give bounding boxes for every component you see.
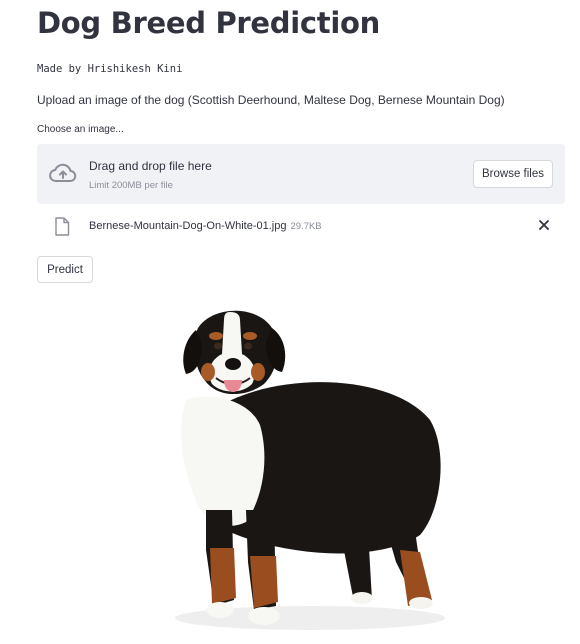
uploaded-file-name: Bernese-Mountain-Dog-On-White-01.jpg 29.7… xyxy=(89,220,322,232)
dog-photo xyxy=(175,310,445,630)
uploader-label: Choose an image... xyxy=(37,124,124,135)
page-title: Dog Breed Prediction xyxy=(37,6,380,40)
uploaded-file-row: Bernese-Mountain-Dog-On-White-01.jpg 29.7… xyxy=(37,212,565,240)
file-size: 29.7KB xyxy=(290,221,322,232)
file-icon xyxy=(55,217,70,236)
cloud-upload-icon xyxy=(49,163,77,182)
author-byline: Made by Hrishikesh Kini xyxy=(37,63,183,75)
file-name-text: Bernese-Mountain-Dog-On-White-01.jpg xyxy=(89,220,287,232)
close-icon[interactable] xyxy=(537,218,551,232)
predict-button[interactable]: Predict xyxy=(37,256,93,283)
browse-files-button[interactable]: Browse files xyxy=(473,160,553,188)
dropzone-instructions: Drag and drop file here xyxy=(89,159,212,173)
file-dropzone[interactable]: Drag and drop file here Limit 200MB per … xyxy=(37,144,565,204)
upload-instructions: Upload an image of the dog (Scottish Dee… xyxy=(37,93,505,107)
dropzone-limit: Limit 200MB per file xyxy=(89,180,173,191)
